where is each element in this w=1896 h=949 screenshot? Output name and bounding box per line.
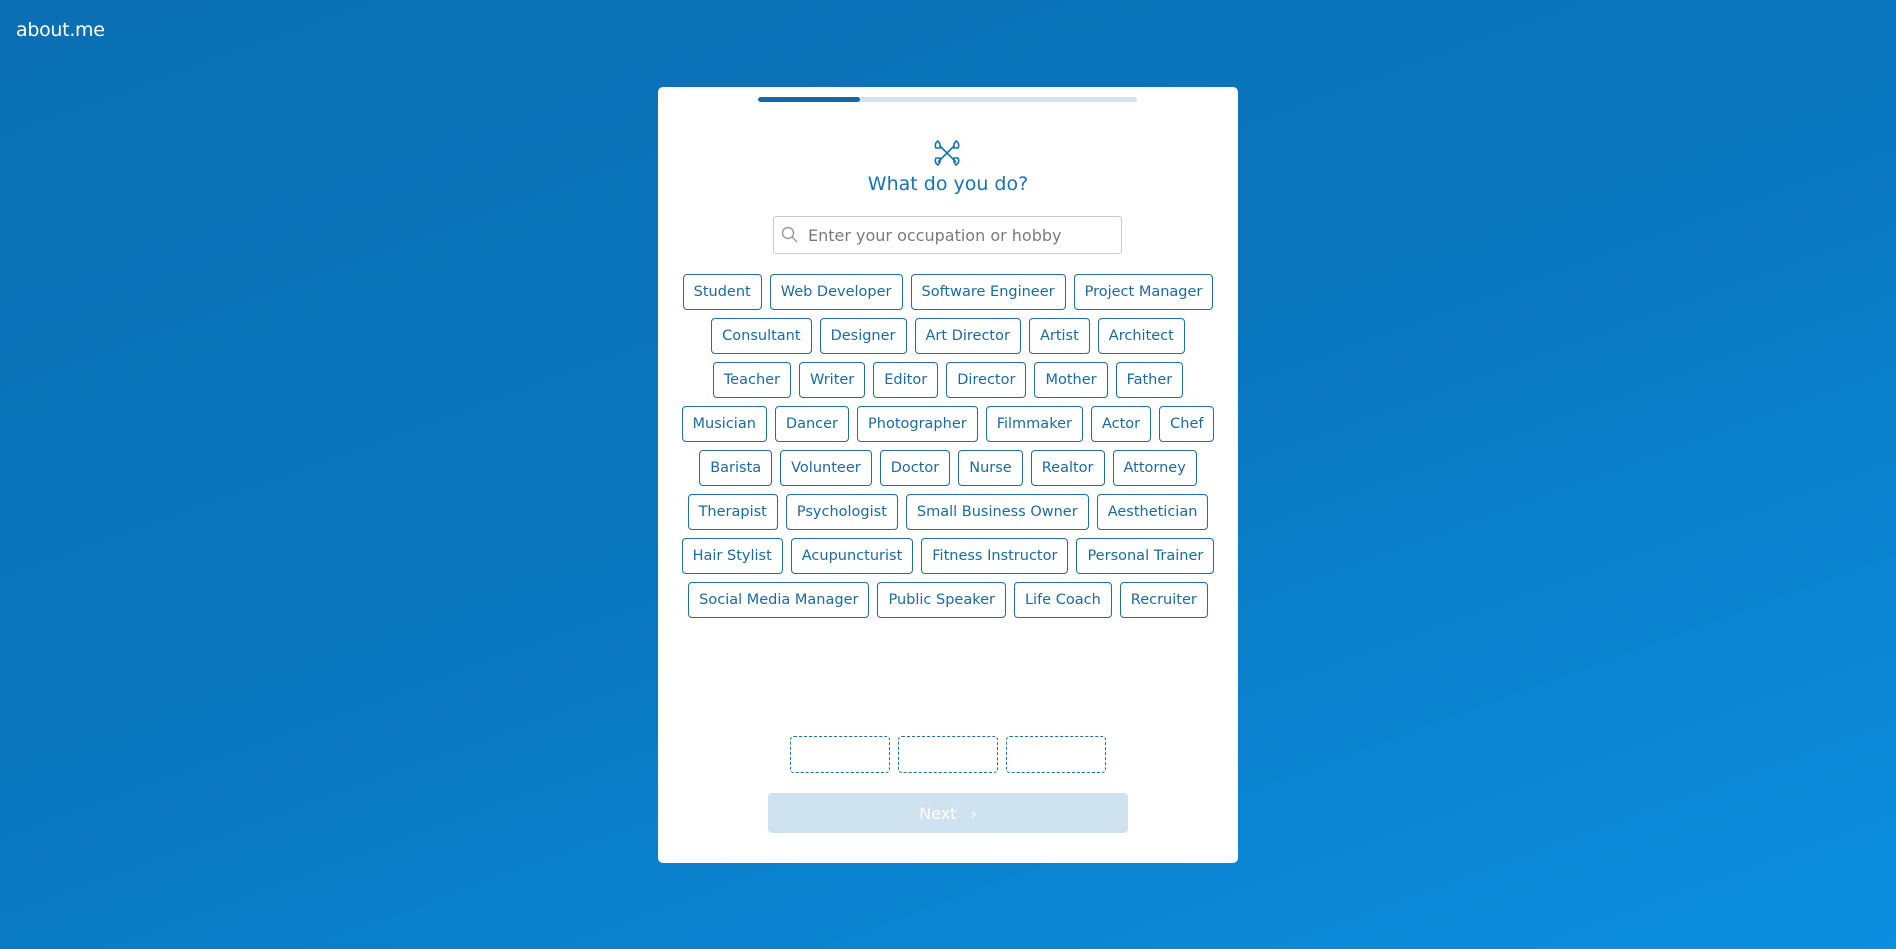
empty-selection-slot xyxy=(898,736,998,773)
occupation-chip[interactable]: Writer xyxy=(799,362,866,398)
occupation-chip[interactable]: Editor xyxy=(873,362,939,398)
about-me-logo[interactable]: about.me xyxy=(16,19,105,41)
selected-slots xyxy=(790,736,1106,773)
chip-row: Teacher Writer Editor Director Mother Father xyxy=(658,362,1238,398)
occupation-search[interactable] xyxy=(773,216,1122,254)
chip-row: Barista Volunteer Doctor Nurse Realtor Attorn… xyxy=(658,450,1238,486)
occupation-chip[interactable]: Photographer xyxy=(857,406,978,442)
empty-selection-slot xyxy=(1006,736,1106,773)
next-button[interactable]: Next › xyxy=(768,793,1128,833)
occupation-chip[interactable]: Aesthetician xyxy=(1096,494,1209,530)
occupation-chip[interactable]: Small Business Owner xyxy=(905,494,1089,530)
chip-row: Social Media Manager Public Speaker Life C… xyxy=(658,582,1238,618)
occupation-chip[interactable]: Filmmaker xyxy=(985,406,1083,442)
occupation-chip[interactable]: Student xyxy=(682,274,762,310)
occupation-chip[interactable]: Web Developer xyxy=(769,274,903,310)
next-label: Next xyxy=(919,803,957,823)
chip-row: Consultant Designer Art Director Artist Arch… xyxy=(658,318,1238,354)
occupation-chip[interactable]: Art Director xyxy=(914,318,1021,354)
suggestion-chips: Student Web Developer Software Engineer Pro… xyxy=(658,274,1238,626)
occupation-chip[interactable]: Consultant xyxy=(711,318,812,354)
occupation-chip[interactable]: Therapist xyxy=(687,494,778,530)
occupation-input[interactable] xyxy=(808,217,1108,253)
chip-row: Student Web Developer Software Engineer Pro… xyxy=(658,274,1238,310)
occupation-chip[interactable]: Life Coach xyxy=(1013,582,1112,618)
occupation-chip[interactable]: Social Media Manager xyxy=(688,582,870,618)
occupation-chip[interactable]: Personal Trainer xyxy=(1076,538,1215,574)
chip-row: Therapist Psychologist Small Business Owne… xyxy=(658,494,1238,530)
occupation-chip[interactable]: Father xyxy=(1115,362,1184,398)
occupation-chip[interactable]: Musician xyxy=(681,406,767,442)
occupation-chip[interactable]: Recruiter xyxy=(1119,582,1208,618)
occupation-chip[interactable]: Mother xyxy=(1034,362,1108,398)
search-icon xyxy=(781,226,798,243)
occupation-chip[interactable]: Fitness Instructor xyxy=(921,538,1069,574)
occupation-chip[interactable]: Barista xyxy=(699,450,773,486)
occupation-chip[interactable]: Attorney xyxy=(1112,450,1197,486)
occupation-chip[interactable]: Hair Stylist xyxy=(681,538,783,574)
occupation-chip[interactable]: Teacher xyxy=(712,362,792,398)
onboarding-card: What do you do? StudentWeb DeveloperSoft… xyxy=(658,87,1238,863)
chevron-right-icon: › xyxy=(970,803,977,823)
occupation-chip[interactable]: Dancer xyxy=(774,406,850,442)
occupation-chip[interactable]: Director xyxy=(946,362,1027,398)
chip-row: Hair Stylist Acupuncturist Fitness Instruc… xyxy=(658,538,1238,574)
occupation-chip[interactable]: Doctor xyxy=(879,450,951,486)
occupation-chip[interactable]: Actor xyxy=(1090,406,1152,442)
occupation-chip[interactable]: Architect xyxy=(1097,318,1185,354)
tools-icon xyxy=(934,139,960,167)
occupation-chip[interactable]: Nurse xyxy=(958,450,1023,486)
occupation-chip[interactable]: Software Engineer xyxy=(910,274,1066,310)
empty-selection-slot xyxy=(790,736,890,773)
progress-bar xyxy=(758,97,1137,102)
progress-fill xyxy=(758,97,861,102)
occupation-chip[interactable]: Designer xyxy=(819,318,907,354)
occupation-chip[interactable]: Acupuncturist xyxy=(790,538,914,574)
occupation-chip[interactable]: Project Manager xyxy=(1073,274,1214,310)
occupation-chip[interactable]: Realtor xyxy=(1030,450,1105,486)
occupation-chip[interactable]: Volunteer xyxy=(780,450,872,486)
occupation-chip[interactable]: Public Speaker xyxy=(877,582,1006,618)
occupation-chip[interactable]: Artist xyxy=(1028,318,1090,354)
page-title: What do you do? xyxy=(867,173,1029,195)
occupation-chip[interactable]: Chef xyxy=(1159,406,1215,442)
occupation-chip[interactable]: Psychologist xyxy=(785,494,898,530)
chip-row: Musician Dancer Photographer Filmmaker Actor… xyxy=(658,406,1238,442)
